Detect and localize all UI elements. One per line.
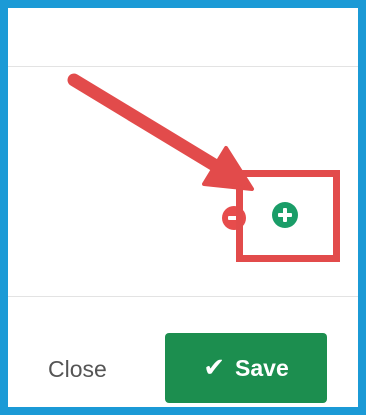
remove-row-button[interactable] — [222, 206, 246, 230]
save-button[interactable]: ✔ Save — [165, 333, 327, 403]
dialog-frame: Close ✔ Save — [0, 0, 366, 415]
add-row-button[interactable] — [272, 202, 298, 228]
footer-divider — [8, 296, 358, 297]
save-button-label: Save — [235, 354, 289, 381]
checkmark-icon: ✔ — [203, 353, 226, 383]
header-divider — [8, 66, 358, 67]
close-button[interactable]: Close — [48, 356, 107, 383]
minus-icon — [228, 216, 240, 220]
